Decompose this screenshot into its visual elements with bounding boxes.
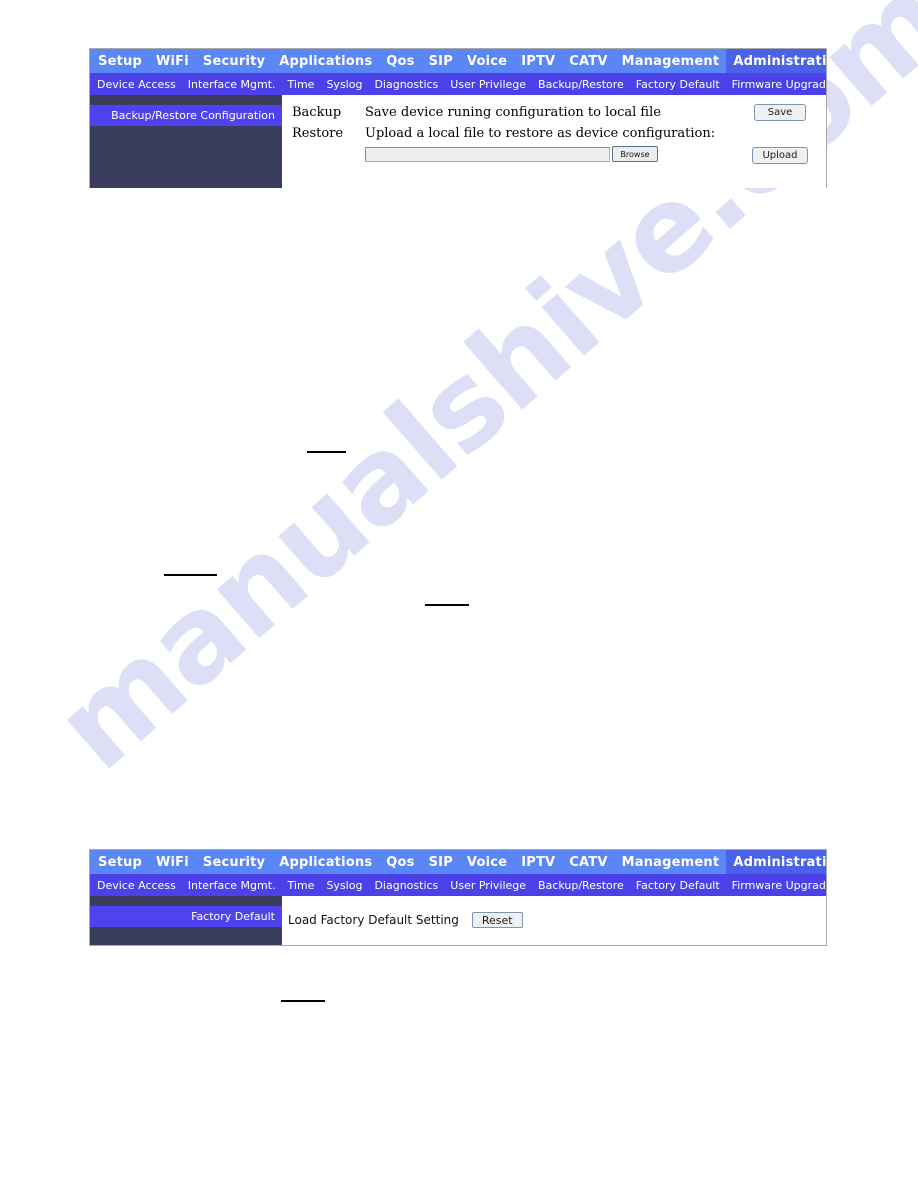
side-spacer-top: [90, 95, 282, 105]
restore-group: Upload a local file to restore as device…: [365, 123, 734, 162]
subnav-item-interface-mgmt[interactable]: Interface Mgmt.: [182, 73, 282, 95]
nav-item-catv[interactable]: CATV: [562, 49, 614, 73]
nav-item-wifi[interactable]: WiFi: [149, 850, 196, 874]
side-spacer-top: [90, 896, 282, 906]
reset-button[interactable]: Reset: [471, 912, 523, 928]
nav-item-voice[interactable]: Voice: [460, 850, 514, 874]
side-spacer-bottom: [90, 126, 282, 188]
subnav-item-syslog[interactable]: Syslog: [320, 73, 368, 95]
subnav-item-factory-default[interactable]: Factory Default: [630, 73, 726, 95]
sub-navigation-bar-b: Device Access Interface Mgmt. Time Syslo…: [90, 874, 826, 896]
backup-description: Save device runing configuration to loca…: [365, 105, 661, 120]
subnav-item-user-privilege[interactable]: User Privilege: [444, 73, 532, 95]
subnav-item-firmware-upgrade[interactable]: Firmware Upgrade: [726, 874, 826, 896]
restore-label: Restore: [292, 126, 344, 141]
subnav-item-device-access[interactable]: Device Access: [90, 73, 182, 95]
panel-body-b: Factory Default Load Factory Default Set…: [90, 896, 826, 945]
nav-item-applications[interactable]: Applications: [272, 49, 379, 73]
main-navigation-bar-a: Setup WiFi Security Applications Qos SIP…: [90, 49, 826, 73]
main-navigation-bar-b: Setup WiFi Security Applications Qos SIP…: [90, 850, 826, 874]
text-underline-artifact: [425, 604, 469, 606]
nav-item-sip[interactable]: SIP: [422, 850, 460, 874]
subnav-item-backup-restore[interactable]: Backup/Restore: [532, 874, 630, 896]
nav-item-applications[interactable]: Applications: [272, 850, 379, 874]
nav-item-management[interactable]: Management: [615, 850, 727, 874]
backup-label: Backup: [292, 105, 342, 120]
upload-button-cell: Upload: [734, 123, 826, 164]
subnav-item-backup-restore[interactable]: Backup/Restore: [532, 73, 630, 95]
watermark: manualshive.com: [30, 0, 918, 1085]
subnav-item-diagnostics[interactable]: Diagnostics: [368, 73, 444, 95]
nav-item-administration[interactable]: Administration: [726, 49, 826, 73]
subnav-item-diagnostics[interactable]: Diagnostics: [368, 874, 444, 896]
subnav-item-device-access[interactable]: Device Access: [90, 874, 182, 896]
side-heading-backup-restore: Backup/Restore Configuration: [90, 105, 282, 126]
restore-upload-row: Browse: [365, 144, 734, 162]
subnav-item-firmware-upgrade[interactable]: Firmware Upgrade: [726, 73, 826, 95]
nav-item-voice[interactable]: Voice: [460, 49, 514, 73]
backup-restore-form: Backup Save device runing configuration …: [282, 95, 826, 164]
nav-item-sip[interactable]: SIP: [422, 49, 460, 73]
subnav-item-syslog[interactable]: Syslog: [320, 874, 368, 896]
subnav-item-interface-mgmt[interactable]: Interface Mgmt.: [182, 874, 282, 896]
content-column-a: Backup Save device runing configuration …: [282, 95, 826, 188]
nav-item-iptv[interactable]: IPTV: [514, 850, 562, 874]
nav-item-setup[interactable]: Setup: [90, 49, 149, 73]
upload-button[interactable]: Upload: [752, 147, 808, 164]
factory-default-description: Load Factory Default Setting: [288, 913, 459, 927]
factory-default-form: Load Factory Default Setting Reset: [282, 896, 826, 928]
text-underline-artifact: [281, 1000, 325, 1002]
nav-item-security[interactable]: Security: [196, 850, 272, 874]
nav-item-management[interactable]: Management: [615, 49, 727, 73]
subnav-item-time[interactable]: Time: [282, 874, 321, 896]
nav-item-qos[interactable]: Qos: [379, 49, 421, 73]
side-column-a: Backup/Restore Configuration: [90, 95, 282, 188]
subnav-item-factory-default[interactable]: Factory Default: [630, 874, 726, 896]
save-button-cell: Save: [734, 102, 826, 121]
subnav-item-time[interactable]: Time: [282, 73, 321, 95]
nav-item-setup[interactable]: Setup: [90, 850, 149, 874]
nav-item-security[interactable]: Security: [196, 49, 272, 73]
nav-item-qos[interactable]: Qos: [379, 850, 421, 874]
side-heading-factory-default: Factory Default: [90, 906, 282, 927]
save-button[interactable]: Save: [754, 104, 806, 121]
content-column-b: Load Factory Default Setting Reset: [282, 896, 826, 945]
factory-default-panel: Setup WiFi Security Applications Qos SIP…: [89, 849, 827, 946]
nav-item-iptv[interactable]: IPTV: [514, 49, 562, 73]
sub-navigation-bar-a: Device Access Interface Mgmt. Time Syslo…: [90, 73, 826, 95]
subnav-item-user-privilege[interactable]: User Privilege: [444, 874, 532, 896]
text-underline-artifact: [164, 574, 217, 576]
side-column-b: Factory Default: [90, 896, 282, 945]
nav-item-catv[interactable]: CATV: [562, 850, 614, 874]
panel-body-a: Backup/Restore Configuration Backup Save…: [90, 95, 826, 188]
text-underline-artifact: [307, 451, 346, 453]
side-spacer-bottom: [90, 927, 282, 945]
backup-restore-panel: Setup WiFi Security Applications Qos SIP…: [89, 48, 827, 188]
nav-item-administration[interactable]: Administration: [726, 850, 826, 874]
restore-description: Upload a local file to restore as device…: [365, 126, 716, 141]
browse-button[interactable]: Browse: [612, 146, 658, 162]
nav-item-wifi[interactable]: WiFi: [149, 49, 196, 73]
restore-file-input[interactable]: [365, 146, 610, 162]
